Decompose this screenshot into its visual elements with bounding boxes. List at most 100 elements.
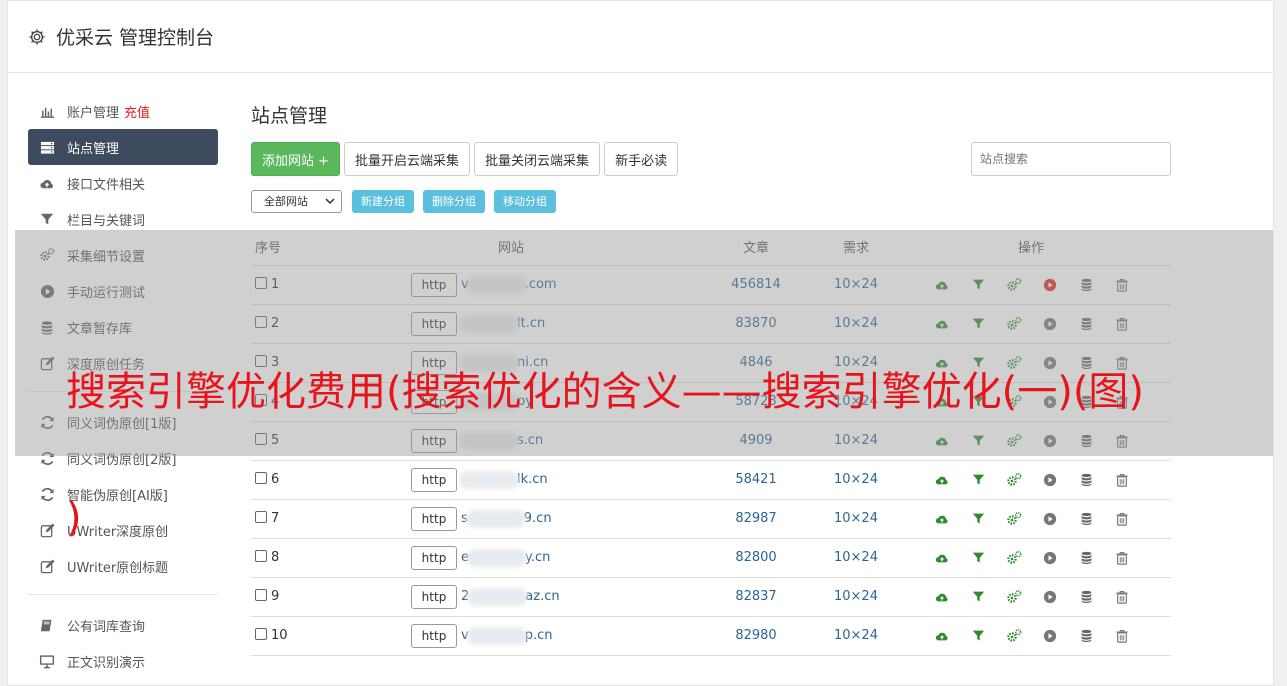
row-actions (891, 588, 1171, 606)
trash-icon[interactable] (1113, 588, 1131, 606)
demand-link[interactable]: 10×24 (834, 511, 878, 526)
row-site-cell: http v p.cn (331, 616, 691, 656)
add-site-button[interactable]: 添加网站 + (251, 142, 341, 176)
batch-open-button[interactable]: 批量开启云端采集 (344, 142, 471, 176)
row-actions (891, 627, 1171, 645)
guide-button[interactable]: 新手必读 (604, 142, 679, 176)
row-site-cell: http lk.cn (331, 460, 691, 500)
site-domain-link[interactable]: s 9.cn (461, 509, 552, 528)
site-domain-link[interactable]: lk.cn (459, 470, 548, 489)
cloud-upload-icon[interactable] (933, 627, 951, 645)
sidebar-item-label: 公有词库查询 (67, 619, 146, 635)
row-no-cell: 7 (251, 499, 331, 539)
database-icon[interactable] (1077, 627, 1095, 645)
demand-link[interactable]: 10×24 (834, 628, 878, 643)
gears-icon[interactable] (1005, 549, 1023, 567)
bar-chart-icon (39, 103, 55, 119)
row-no-cell: 6 (251, 460, 331, 500)
site-domain-link[interactable]: v p.cn (461, 626, 552, 645)
sidebar-item-1[interactable]: 站点管理 (28, 129, 218, 165)
database-icon[interactable] (1077, 471, 1095, 489)
articles-count-link[interactable]: 58421 (735, 472, 776, 487)
site-domain-link[interactable]: 2 az.cn (461, 587, 560, 606)
articles-count-link[interactable]: 82980 (735, 628, 776, 643)
monitor-icon (39, 653, 55, 669)
sidebar-item-12[interactable]: UWriter原创标题 (28, 548, 218, 584)
row-ops-cell (891, 499, 1171, 539)
play-circle-icon[interactable] (1041, 627, 1059, 645)
table-row: 10 http v p.cn 82980 10×24 (251, 616, 1171, 656)
articles-count-link[interactable]: 82987 (735, 511, 776, 526)
sidebar-item-11[interactable]: UWriter深度原创 (28, 512, 218, 548)
articles-count-link[interactable]: 82800 (735, 550, 776, 565)
play-circle-icon[interactable] (1041, 471, 1059, 489)
sidebar-item-13[interactable]: 公有词库查询 (28, 607, 218, 643)
server-icon (39, 139, 55, 155)
cloud-upload-icon[interactable] (933, 588, 951, 606)
cloud-upload-icon[interactable] (933, 471, 951, 489)
row-checkbox[interactable] (255, 511, 267, 523)
site-search-input[interactable] (971, 142, 1171, 176)
move-group-button[interactable]: 移动分组 (494, 189, 556, 213)
redacted-blur (465, 509, 526, 528)
sidebar-item-label: UWriter原创标题 (67, 560, 169, 576)
batch-close-button[interactable]: 批量关闭云端采集 (474, 142, 601, 176)
site-domain-link[interactable]: e y.cn (461, 548, 550, 567)
row-articles-cell: 82987 (691, 499, 821, 539)
sidebar-item-0[interactable]: 账户管理 充值 (28, 93, 218, 129)
articles-count-link[interactable]: 82837 (735, 589, 776, 604)
trash-icon[interactable] (1113, 471, 1131, 489)
http-tag[interactable]: http (411, 506, 457, 531)
row-checkbox[interactable] (255, 589, 267, 601)
database-icon[interactable] (1077, 510, 1095, 528)
row-no-cell: 8 (251, 538, 331, 578)
filter-icon[interactable] (969, 549, 987, 567)
row-no-cell: 10 (251, 616, 331, 656)
row-checkbox[interactable] (255, 472, 267, 484)
play-circle-icon[interactable] (1041, 549, 1059, 567)
trash-icon[interactable] (1113, 510, 1131, 528)
demand-link[interactable]: 10×24 (834, 589, 878, 604)
sidebar-item-10[interactable]: 智能伪原创[AI版] (28, 476, 218, 512)
table-row: 9 http 2 az.cn 82837 10×24 (251, 577, 1171, 617)
filter-icon[interactable] (969, 588, 987, 606)
filter-icon[interactable] (969, 471, 987, 489)
chevron-down-icon (325, 198, 335, 205)
delete-group-button[interactable]: 删除分组 (423, 189, 485, 213)
row-articles-cell: 82837 (691, 577, 821, 617)
row-demand-cell: 10×24 (821, 616, 891, 656)
site-filter-select[interactable]: 全部网站 (251, 189, 342, 213)
http-tag[interactable]: http (411, 545, 457, 570)
http-tag[interactable]: http (411, 623, 457, 648)
http-tag[interactable]: http (411, 467, 457, 492)
cloud-upload-icon[interactable] (933, 549, 951, 567)
sidebar-item-2[interactable]: 接口文件相关 (28, 165, 218, 201)
http-tag[interactable]: http (411, 584, 457, 609)
filter-icon[interactable] (969, 627, 987, 645)
gears-icon[interactable] (1005, 471, 1023, 489)
overlay-band (15, 230, 1273, 456)
cloud-upload-icon[interactable] (933, 510, 951, 528)
row-checkbox[interactable] (255, 550, 267, 562)
gears-icon[interactable] (1005, 627, 1023, 645)
trash-icon[interactable] (1113, 549, 1131, 567)
row-checkbox[interactable] (255, 628, 267, 640)
book-icon (39, 617, 55, 633)
play-circle-icon[interactable] (1041, 510, 1059, 528)
gears-icon[interactable] (1005, 510, 1023, 528)
redacted-blur (467, 548, 527, 567)
database-icon[interactable] (1077, 549, 1095, 567)
play-circle-icon[interactable] (1041, 588, 1059, 606)
demand-link[interactable]: 10×24 (834, 550, 878, 565)
filter-icon[interactable] (969, 510, 987, 528)
sidebar-item-14[interactable]: 正文识别演示 (28, 643, 218, 679)
row-no: 7 (271, 511, 280, 526)
new-group-button[interactable]: 新建分组 (352, 189, 414, 213)
database-icon[interactable] (1077, 588, 1095, 606)
demand-link[interactable]: 10×24 (834, 472, 878, 487)
gears-icon[interactable] (1005, 588, 1023, 606)
recharge-link[interactable]: 充值 (124, 102, 150, 121)
trash-icon[interactable] (1113, 627, 1131, 645)
row-no: 10 (271, 628, 288, 643)
row-site-cell: http s 9.cn (331, 499, 691, 539)
